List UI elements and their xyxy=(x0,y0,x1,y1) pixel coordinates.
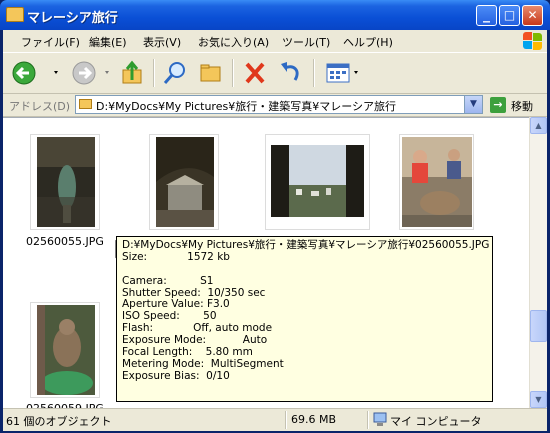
photo-cave-temple xyxy=(156,137,214,227)
file-name[interactable]: 02560055.JPG xyxy=(18,235,112,248)
status-size: 69.6 MB xyxy=(291,413,337,426)
window-title: マレーシア旅行 xyxy=(27,11,118,26)
delete-button[interactable] xyxy=(241,58,269,88)
status-bar: 61 個のオブジェクト 69.6 MB マイ コンピュータ xyxy=(3,408,547,431)
address-dropdown-button[interactable]: ▼ xyxy=(464,96,482,113)
thumbnail-02560055[interactable] xyxy=(30,134,100,230)
menu-file[interactable]: ファイル(F) xyxy=(21,34,80,50)
menu-edit[interactable]: 編集(E) xyxy=(89,34,127,50)
address-bar: アドレス(D) D:¥MyDocs¥My Pictures¥旅行・建築写真¥マレ… xyxy=(3,94,547,117)
scroll-thumb[interactable] xyxy=(530,310,547,342)
windows-logo-icon xyxy=(521,31,543,51)
photo-city-view xyxy=(271,145,364,217)
minimize-button[interactable]: _ xyxy=(476,5,497,26)
thumbnail-cave-temple[interactable] xyxy=(149,134,219,230)
status-object-count: 61 個のオブジェクト xyxy=(6,415,112,428)
scroll-up-button[interactable]: ▲ xyxy=(530,117,547,134)
folders-button[interactable] xyxy=(197,58,225,88)
up-folder-button[interactable] xyxy=(119,58,147,88)
status-location: マイ コンピュータ xyxy=(390,415,482,428)
back-icon xyxy=(12,61,58,85)
menu-help[interactable]: ヘルプ(H) xyxy=(343,34,393,50)
search-button[interactable] xyxy=(161,58,189,88)
forward-icon xyxy=(72,61,109,85)
folder-icon xyxy=(79,99,92,109)
photo-monkey-people xyxy=(402,137,472,227)
thumbnail-02560059[interactable] xyxy=(30,302,100,398)
thumbnail-monkey-people[interactable] xyxy=(399,134,474,230)
folders-icon xyxy=(200,64,221,82)
file-info-tooltip: D:¥MyDocs¥My Pictures¥旅行・建築写真¥マレーシア旅行¥02… xyxy=(116,236,493,402)
go-arrow-icon[interactable]: → xyxy=(490,97,506,113)
close-button[interactable]: ✕ xyxy=(522,5,543,26)
explorer-window: マレーシア旅行 _ □ ✕ ファイル(F) 編集(E) 表示(V) お気に入り(… xyxy=(0,0,550,433)
views-button[interactable] xyxy=(323,58,363,88)
tooltip-metering: Metering Mode: MultiSegment xyxy=(122,357,284,370)
search-icon xyxy=(163,62,185,84)
undo-button[interactable] xyxy=(277,58,305,88)
forward-button[interactable] xyxy=(69,58,117,88)
views-icon xyxy=(326,63,358,83)
photo-monkey-statue xyxy=(37,305,95,395)
address-input[interactable]: D:¥MyDocs¥My Pictures¥旅行・建築写真¥マレーシア旅行 ▼ xyxy=(75,95,483,114)
folder-icon xyxy=(6,7,24,22)
back-button[interactable] xyxy=(9,58,61,88)
toolbar xyxy=(3,53,547,94)
undo-icon xyxy=(281,62,299,81)
tooltip-size: Size: 1572 kb xyxy=(122,250,230,263)
tooltip-camera: Camera: S1 xyxy=(122,274,214,287)
scroll-down-button[interactable]: ▼ xyxy=(530,391,547,408)
thumbnail-city-view[interactable] xyxy=(265,134,370,230)
delete-icon xyxy=(245,62,265,84)
address-label: アドレス(D) xyxy=(9,100,71,113)
maximize-button[interactable]: □ xyxy=(499,5,520,26)
up-folder-icon xyxy=(122,60,142,84)
tooltip-exposure-bias: Exposure Bias: 0/10 xyxy=(122,369,230,382)
go-button[interactable]: 移動 xyxy=(511,98,533,114)
computer-icon xyxy=(373,412,387,426)
menu-view[interactable]: 表示(V) xyxy=(143,34,181,50)
address-path: D:¥MyDocs¥My Pictures¥旅行・建築写真¥マレーシア旅行 xyxy=(96,100,396,113)
menu-favorites[interactable]: お気に入り(A) xyxy=(198,34,269,50)
menu-tools[interactable]: ツール(T) xyxy=(282,34,330,50)
vertical-scrollbar[interactable]: ▲ ▼ xyxy=(529,117,547,408)
photo-cave-statue xyxy=(37,137,95,227)
menu-bar: ファイル(F) 編集(E) 表示(V) お気に入り(A) ツール(T) ヘルプ(… xyxy=(3,30,547,53)
title-bar[interactable]: マレーシア旅行 _ □ ✕ xyxy=(0,0,550,30)
